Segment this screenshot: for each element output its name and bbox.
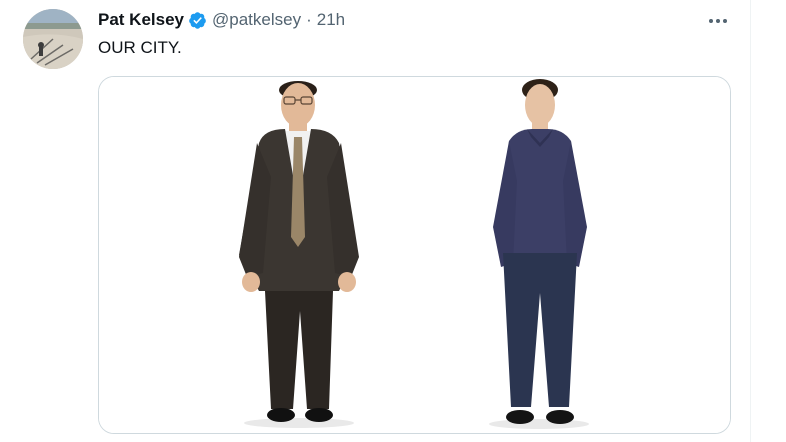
avatar[interactable] [23, 9, 83, 69]
timeline-divider [750, 0, 751, 442]
more-options-button[interactable] [700, 8, 736, 34]
tweet-text: OUR CITY. [98, 38, 182, 57]
verified-badge-icon [189, 11, 206, 29]
tweet-timestamp[interactable]: 21h [317, 10, 345, 30]
separator-dot: · [306, 10, 312, 29]
media-photo [99, 77, 730, 433]
tweet-media-image[interactable] [98, 76, 731, 434]
more-options-icon [709, 19, 727, 23]
avatar-image [23, 9, 83, 69]
tweet-header: Pat Kelsey @patkelsey · 21h [98, 9, 345, 31]
author-name[interactable]: Pat Kelsey [98, 10, 184, 30]
author-handle[interactable]: @patkelsey [212, 10, 301, 30]
